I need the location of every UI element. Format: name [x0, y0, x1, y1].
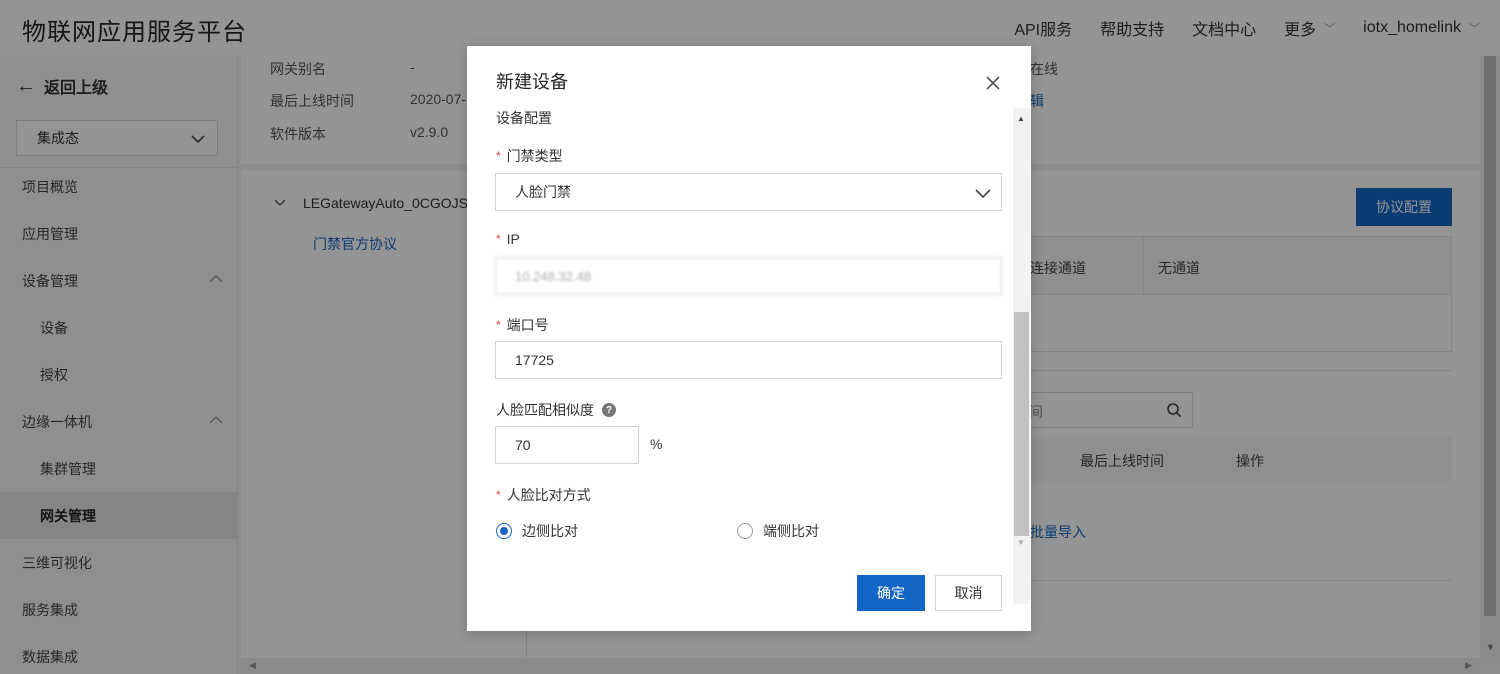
- scrollbar-thumb[interactable]: [1014, 312, 1029, 536]
- similarity-label-text: 人脸匹配相似度: [496, 402, 594, 418]
- ip-label: * IP: [496, 231, 520, 247]
- scroll-up-icon[interactable]: ▲: [1017, 114, 1025, 123]
- chevron-down-icon: [975, 189, 991, 199]
- port-label-text: 端口号: [506, 317, 549, 333]
- port-input[interactable]: 17725: [495, 341, 1002, 379]
- dialog-body: 设备配置 * 门禁类型 人脸门禁 * IP 10.248.32.48 * 端口号…: [467, 108, 1031, 604]
- compare-mode-label-text: 人脸比对方式: [506, 487, 591, 503]
- required-mark: *: [496, 318, 501, 332]
- close-icon[interactable]: [982, 72, 1004, 94]
- compare-mode-label: * 人脸比对方式: [496, 485, 591, 505]
- similarity-value: 70: [515, 437, 531, 453]
- confirm-button[interactable]: 确定: [857, 575, 925, 611]
- radio-dot: [737, 523, 753, 539]
- similarity-input[interactable]: 70: [495, 426, 639, 464]
- door-type-select[interactable]: 人脸门禁: [495, 173, 1002, 211]
- ip-value: 10.248.32.48: [515, 268, 591, 284]
- required-mark: *: [496, 232, 501, 246]
- door-type-value: 人脸门禁: [515, 184, 571, 200]
- port-label: * 端口号: [496, 315, 549, 335]
- required-mark: *: [496, 149, 501, 163]
- radio-label: 端侧比对: [763, 523, 819, 539]
- required-mark: *: [496, 488, 501, 502]
- ip-label-text: IP: [506, 231, 520, 247]
- radio-edge-compare[interactable]: 边侧比对: [496, 521, 578, 541]
- radio-device-compare[interactable]: 端侧比对: [737, 521, 819, 541]
- dialog-scrollbar[interactable]: ▲ ▼: [1013, 108, 1030, 604]
- section-title: 设备配置: [496, 110, 552, 126]
- port-value: 17725: [515, 352, 554, 368]
- dialog-title: 新建设备: [496, 72, 568, 92]
- help-icon[interactable]: ?: [602, 403, 616, 417]
- ip-input[interactable]: 10.248.32.48: [495, 257, 1002, 295]
- door-type-label-text: 门禁类型: [506, 148, 563, 164]
- similarity-unit: %: [650, 436, 663, 452]
- scroll-down-icon[interactable]: ▼: [1017, 538, 1025, 547]
- similarity-label: 人脸匹配相似度 ?: [496, 400, 616, 420]
- new-device-dialog: 新建设备 设备配置 * 门禁类型 人脸门禁 * IP 10.248.32.48 …: [467, 46, 1031, 631]
- door-type-label: * 门禁类型: [496, 146, 563, 166]
- cancel-button[interactable]: 取消: [935, 575, 1002, 611]
- radio-dot: [496, 523, 512, 539]
- radio-label: 边侧比对: [522, 523, 578, 539]
